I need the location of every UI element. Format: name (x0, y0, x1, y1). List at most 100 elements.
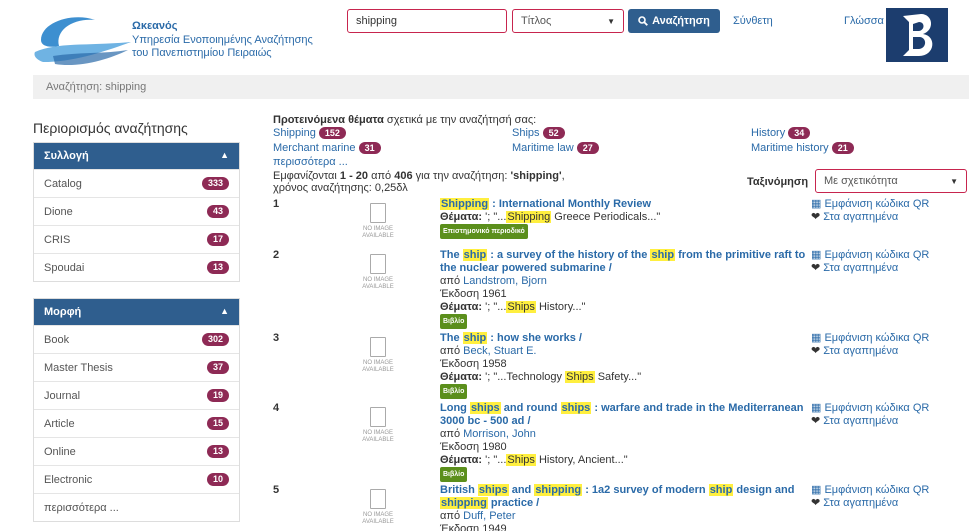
result-edition: Έκδοση 1980 (440, 441, 507, 453)
topic-maritime-history[interactable]: Maritime history 21 (751, 142, 854, 154)
author-link[interactable]: Morrison, John (463, 428, 536, 440)
no-image-placeholder: NO IMAGE AVAILABLE (353, 254, 403, 291)
facet-item-label: CRIS (44, 233, 71, 246)
no-image-placeholder: NO IMAGE AVAILABLE (353, 489, 403, 526)
results-stats: Εμφανίζονται 1 - 20 από 406 για την αναζ… (273, 170, 565, 182)
author-link[interactable]: Duff, Peter (463, 510, 515, 522)
facet-item-master-thesis[interactable]: Master Thesis 37 (34, 353, 239, 381)
qr-icon: ▦ (811, 332, 822, 344)
count-badge: 15 (206, 417, 229, 430)
language-label: Γλώσσα (844, 15, 884, 27)
topic-maritime-law[interactable]: Maritime law 27 (512, 142, 599, 154)
author-link[interactable]: Landstrom, Bjorn (463, 275, 547, 287)
count-badge: 34 (788, 127, 811, 139)
site-name[interactable]: Ωκεανός (132, 20, 178, 32)
caret-down-icon: ▼ (950, 176, 958, 186)
count-badge: 27 (576, 142, 599, 154)
facet-item-dione[interactable]: Dione 43 (34, 197, 239, 225)
book-icon (370, 254, 386, 274)
heart-icon: ❤ (811, 415, 821, 427)
author-link[interactable]: Beck, Stuart E. (463, 345, 536, 357)
result-number: 3 (273, 332, 280, 344)
count-badge: 333 (201, 177, 229, 190)
facet-item-cris[interactable]: CRIS 17 (34, 225, 239, 253)
topic-history[interactable]: History 34 (751, 127, 811, 139)
result-number: 5 (273, 484, 280, 496)
result-author: από Duff, Peter (440, 510, 516, 522)
count-badge: 13 (206, 445, 229, 458)
suggested-topics-bold: Προτεινόμενα θέματα (273, 114, 384, 126)
qr-code-link[interactable]: ▦ Εμφάνιση κώδικα QR (811, 249, 929, 262)
count-badge: 21 (831, 142, 854, 154)
search-button[interactable]: Αναζήτηση (628, 9, 720, 33)
book-icon (370, 489, 386, 509)
stats-suffix: , (561, 170, 565, 182)
facet-item-journal[interactable]: Journal 19 (34, 381, 239, 409)
topic-label: Merchant marine (273, 142, 356, 154)
facet-item-label: Book (44, 333, 70, 346)
topic-label: Maritime history (751, 142, 829, 154)
facet-item-online[interactable]: Online 13 (34, 437, 239, 465)
favorites-link[interactable]: ❤ Στα αγαπημένα (811, 345, 929, 358)
result-item: 2 NO IMAGE AVAILABLE The ship : a survey… (273, 249, 963, 329)
facet-collection-header[interactable]: Συλλογή ▲ (34, 143, 239, 169)
count-badge: 302 (201, 333, 229, 346)
result-title-link[interactable]: British ships and shipping : 1a2 survey … (440, 484, 810, 510)
site-logo[interactable] (33, 12, 133, 68)
result-title-link[interactable]: The ship : a survey of the history of th… (440, 249, 810, 275)
caret-up-icon: ▲ (220, 306, 229, 316)
search-input[interactable] (347, 9, 507, 33)
favorites-link[interactable]: ❤ Στα αγαπημένα (811, 262, 929, 275)
qr-code-link[interactable]: ▦ Εμφάνιση κώδικα QR (811, 198, 929, 211)
qr-icon: ▦ (811, 402, 822, 414)
advanced-search-link[interactable]: Σύνθετη (733, 15, 773, 27)
qr-code-link[interactable]: ▦ Εμφάνιση κώδικα QR (811, 332, 929, 345)
facet-item-label: Catalog (44, 177, 82, 190)
result-title-link[interactable]: Shipping : International Monthly Review (440, 198, 810, 211)
result-edition: Έκδοση 1949 (440, 523, 507, 531)
search-button-label: Αναζήτηση (652, 15, 710, 27)
format-badge: Επιστημονικό περιοδικό (440, 224, 528, 239)
facet-item-spoudai[interactable]: Spoudai 13 (34, 253, 239, 281)
result-author: από Landstrom, Bjorn (440, 275, 547, 287)
topic-merchant-marine[interactable]: Merchant marine 31 (273, 142, 381, 154)
count-badge: 31 (358, 142, 381, 154)
facet-more-link[interactable]: περισσότερα ... (34, 493, 239, 521)
qr-code-link[interactable]: ▦ Εμφάνιση κώδικα QR (811, 484, 929, 497)
stats-query: 'shipping' (510, 170, 562, 182)
format-badge: Βιβλίο (440, 384, 468, 399)
result-edition: Έκδοση 1958 (440, 358, 507, 370)
result-title-link[interactable]: The ship : how she works / (440, 332, 810, 345)
result-number: 2 (273, 249, 280, 261)
facet-collection: Συλλογή ▲ Catalog 333 Dione 43 CRIS 17 S… (33, 142, 240, 282)
favorites-link[interactable]: ❤ Στα αγαπημένα (811, 497, 929, 510)
heart-icon: ❤ (811, 211, 821, 223)
facet-item-electronic[interactable]: Electronic 10 (34, 465, 239, 493)
facet-format-header[interactable]: Μορφή ▲ (34, 299, 239, 325)
stats-mid: από (368, 170, 395, 182)
no-image-placeholder: NO IMAGE AVAILABLE (353, 203, 403, 240)
topic-ships[interactable]: Ships 52 (512, 127, 565, 139)
sort-select[interactable]: Με σχετικότητα ▼ (815, 169, 967, 193)
result-title-link[interactable]: Long ships and round ships : warfare and… (440, 402, 810, 428)
qr-icon: ▦ (811, 198, 822, 210)
facet-item-label: Master Thesis (44, 361, 113, 374)
facet-item-catalog[interactable]: Catalog 333 (34, 169, 239, 197)
facet-item-article[interactable]: Article 15 (34, 409, 239, 437)
topics-more-link[interactable]: περισσότερα ... (273, 156, 348, 168)
facet-item-book[interactable]: Book 302 (34, 325, 239, 353)
no-image-placeholder: NO IMAGE AVAILABLE (353, 407, 403, 444)
site-subtitle-2: του Πανεπιστημίου Πειραιώς (132, 47, 272, 59)
facet-more-label: περισσότερα ... (44, 501, 119, 514)
favorites-link[interactable]: ❤ Στα αγαπημένα (811, 211, 929, 224)
favorites-link[interactable]: ❤ Στα αγαπημένα (811, 415, 929, 428)
site-subtitle: Υπηρεσία Ενοποιημένης Αναζήτησης (132, 34, 313, 46)
topic-shipping[interactable]: Shipping 152 (273, 127, 346, 139)
facet-item-label: Article (44, 417, 75, 430)
qr-code-link[interactable]: ▦ Εμφάνιση κώδικα QR (811, 402, 929, 415)
format-badge: Βιβλίο (440, 314, 468, 329)
topic-label: History (751, 127, 786, 139)
result-item: 3 NO IMAGE AVAILABLE The ship : how she … (273, 332, 963, 400)
sort-value: Με σχετικότητα (824, 175, 898, 187)
search-field-select[interactable]: Τίτλος ▼ (512, 9, 624, 33)
